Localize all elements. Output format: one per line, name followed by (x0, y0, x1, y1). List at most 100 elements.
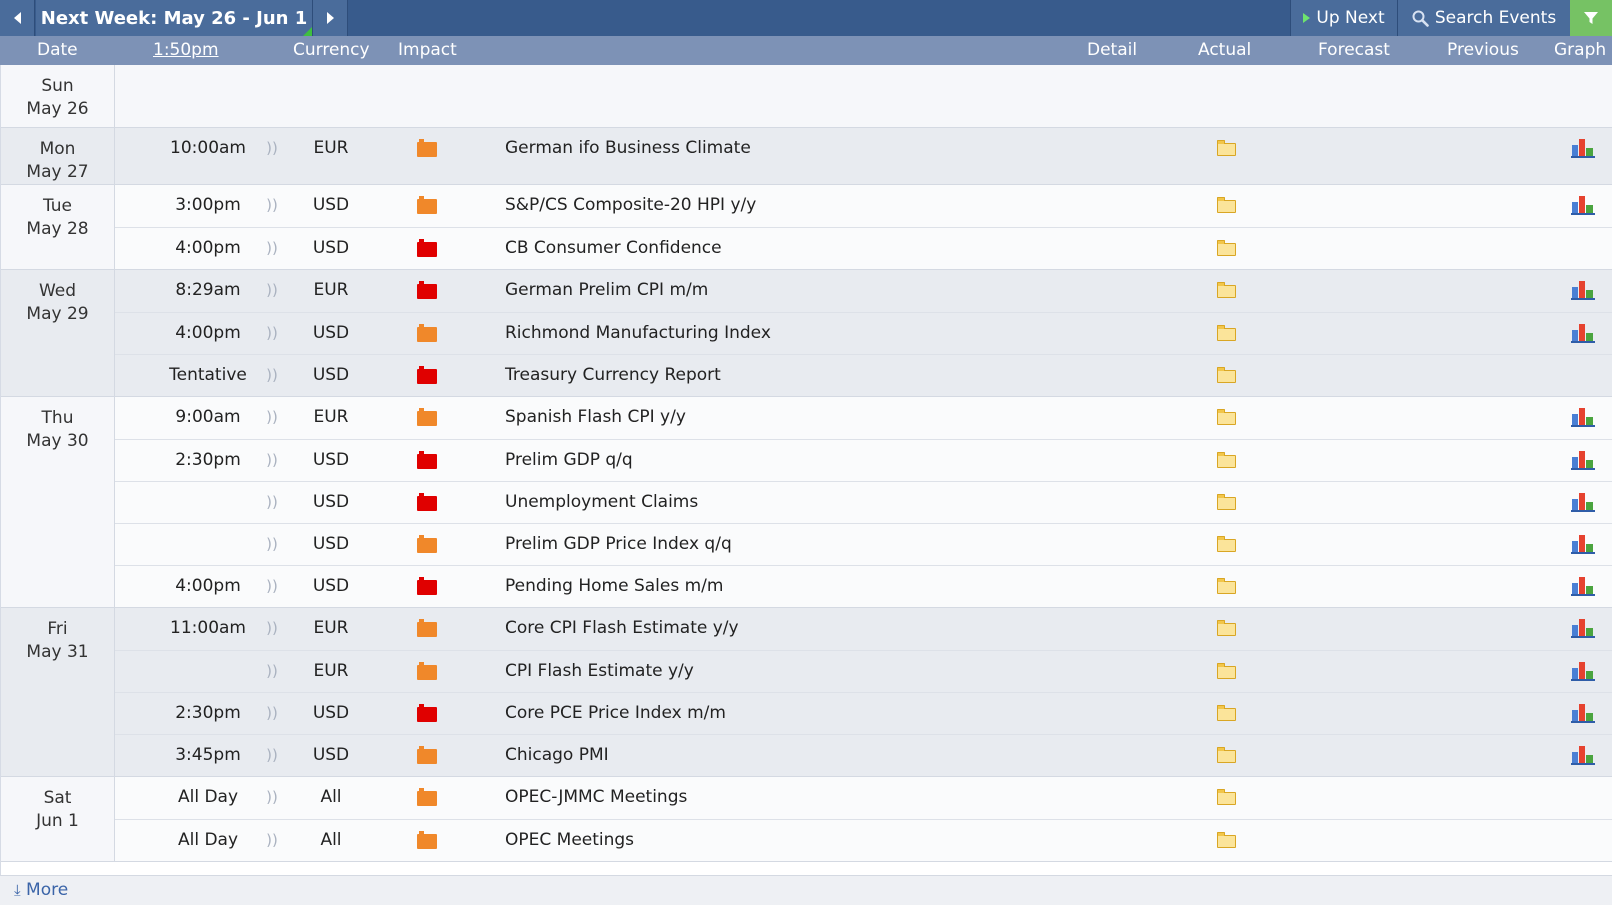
folder-icon[interactable] (1217, 240, 1236, 256)
event-title[interactable]: Core PCE Price Index m/m (505, 693, 726, 734)
folder-icon[interactable] (1217, 578, 1236, 594)
week-title[interactable]: Next Week: May 26 - Jun 1 (36, 0, 312, 36)
event-title[interactable]: Prelim GDP q/q (505, 440, 633, 481)
detail-cell (1215, 651, 1239, 692)
folder-icon[interactable] (1217, 832, 1236, 848)
next-week-button[interactable] (312, 0, 348, 36)
sound-alert-icon[interactable]: )) (261, 313, 283, 354)
bar-chart-icon[interactable] (1571, 618, 1595, 638)
event-title[interactable]: CPI Flash Estimate y/y (505, 651, 694, 692)
bar-chart-icon[interactable] (1571, 534, 1595, 554)
sound-alert-icon[interactable]: )) (261, 228, 283, 269)
event-row[interactable]: 2:30pm)) USD Prelim GDP q/q (115, 439, 1612, 481)
bar-chart-icon[interactable] (1571, 703, 1595, 723)
event-row[interactable]: 10:00am)) EUR German ifo Business Climate (115, 128, 1612, 170)
bar-chart-icon[interactable] (1571, 661, 1595, 681)
folder-icon[interactable] (1217, 367, 1236, 383)
event-title[interactable]: Chicago PMI (505, 735, 609, 776)
event-row[interactable]: Tentative)) USD Treasury Currency Report (115, 354, 1612, 396)
sound-alert-icon[interactable]: )) (261, 735, 283, 776)
event-row[interactable]: 3:00pm)) USD S&P/CS Composite-20 HPI y/y (115, 185, 1612, 227)
folder-icon[interactable] (1217, 536, 1236, 552)
event-title[interactable]: OPEC Meetings (505, 820, 634, 861)
up-next-button[interactable]: Up Next (1290, 0, 1397, 36)
graph-cell (1571, 270, 1597, 311)
detail-cell (1215, 820, 1239, 861)
folder-icon[interactable] (1217, 325, 1236, 341)
bar-chart-icon[interactable] (1571, 280, 1595, 300)
bar-chart-icon-part (1571, 763, 1595, 765)
event-currency: USD (312, 238, 350, 258)
sound-alert-icon[interactable]: )) (261, 608, 283, 649)
event-row[interactable]: )) USD Unemployment Claims (115, 481, 1612, 523)
event-row[interactable]: 4:00pm)) USD Pending Home Sales m/m (115, 565, 1612, 607)
folder-icon[interactable] (1217, 494, 1236, 510)
event-title[interactable]: Richmond Manufacturing Index (505, 313, 771, 354)
event-time: All Day (177, 787, 239, 807)
event-title[interactable]: S&P/CS Composite-20 HPI y/y (505, 185, 756, 226)
bar-chart-icon[interactable] (1571, 450, 1595, 470)
event-row[interactable]: )) USD Prelim GDP Price Index q/q (115, 523, 1612, 565)
sound-alert-icon[interactable]: )) (261, 128, 283, 169)
event-title[interactable]: CB Consumer Confidence (505, 228, 722, 269)
sound-alert-icon[interactable]: )) (261, 270, 283, 311)
event-row[interactable]: 4:00pm)) USD Richmond Manufacturing Index (115, 312, 1612, 354)
current-time-link[interactable]: 1:50pm (153, 36, 219, 65)
event-title[interactable]: Core CPI Flash Estimate y/y (505, 608, 739, 649)
day-group: Wed May 29 8:29am)) EUR German Prelim CPI m/… (1, 270, 1612, 397)
folder-icon[interactable] (1217, 140, 1236, 156)
bar-chart-icon[interactable] (1571, 138, 1595, 158)
event-row[interactable]: All Day)) All OPEC Meetings (115, 819, 1612, 861)
event-title[interactable]: Prelim GDP Price Index q/q (505, 524, 732, 565)
sound-alert-icon[interactable]: )) (261, 185, 283, 226)
folder-icon[interactable] (1217, 197, 1236, 213)
more-link[interactable]: ⤓ More (14, 880, 68, 900)
bar-chart-icon[interactable] (1571, 492, 1595, 512)
filter-button[interactable] (1570, 0, 1612, 36)
high-impact-icon (417, 493, 437, 511)
event-title[interactable]: Treasury Currency Report (505, 355, 721, 396)
search-events-button[interactable]: Search Events (1397, 0, 1570, 36)
event-row[interactable]: 9:00am)) EUR Spanish Flash CPI y/y (115, 397, 1612, 439)
bar-chart-icon[interactable] (1571, 195, 1595, 215)
sound-alert-icon[interactable]: )) (261, 566, 283, 607)
folder-icon[interactable] (1217, 282, 1236, 298)
sound-alert-icon[interactable]: )) (261, 355, 283, 396)
event-row[interactable]: 4:00pm)) USD CB Consumer Confidence (115, 227, 1612, 269)
event-row[interactable]: )) EUR CPI Flash Estimate y/y (115, 650, 1612, 692)
folder-icon[interactable] (1217, 789, 1236, 805)
sound-alert-icon[interactable]: )) (261, 820, 283, 861)
event-title[interactable]: Unemployment Claims (505, 482, 698, 523)
folder-icon[interactable] (1217, 452, 1236, 468)
sound-alert-icon[interactable]: )) (261, 397, 283, 438)
event-title[interactable]: German ifo Business Climate (505, 128, 751, 169)
event-currency: USD (312, 576, 350, 596)
sound-alert-icon[interactable]: )) (261, 440, 283, 481)
event-row[interactable]: 11:00am)) EUR Core CPI Flash Estimate y/y (115, 608, 1612, 650)
previous-week-button[interactable] (0, 0, 35, 36)
bar-chart-icon[interactable] (1571, 576, 1595, 596)
event-row[interactable]: All Day)) All OPEC-JMMC Meetings (115, 777, 1612, 819)
event-title[interactable]: Pending Home Sales m/m (505, 566, 723, 607)
event-title[interactable]: Spanish Flash CPI y/y (505, 397, 686, 438)
sound-alert-icon[interactable]: )) (261, 693, 283, 734)
folder-icon[interactable] (1217, 620, 1236, 636)
event-row[interactable]: 8:29am)) EUR German Prelim CPI m/m (115, 270, 1612, 312)
event-row[interactable]: 2:30pm)) USD Core PCE Price Index m/m (115, 692, 1612, 734)
sound-alert-icon[interactable]: )) (261, 482, 283, 523)
event-title[interactable]: German Prelim CPI m/m (505, 270, 708, 311)
folder-icon[interactable] (1217, 747, 1236, 763)
impact-cell (415, 608, 437, 649)
bar-chart-icon[interactable] (1571, 745, 1595, 765)
folder-icon[interactable] (1217, 663, 1236, 679)
folder-icon[interactable] (1217, 705, 1236, 721)
folder-icon[interactable] (1217, 409, 1236, 425)
bar-chart-icon[interactable] (1571, 407, 1595, 427)
sound-alert-icon[interactable]: )) (261, 651, 283, 692)
day-label: Sun May 26 (1, 65, 115, 127)
event-title[interactable]: OPEC-JMMC Meetings (505, 777, 687, 818)
sound-alert-icon[interactable]: )) (261, 777, 283, 818)
sound-alert-icon[interactable]: )) (261, 524, 283, 565)
event-row[interactable]: 3:45pm)) USD Chicago PMI (115, 734, 1612, 776)
bar-chart-icon[interactable] (1571, 323, 1595, 343)
